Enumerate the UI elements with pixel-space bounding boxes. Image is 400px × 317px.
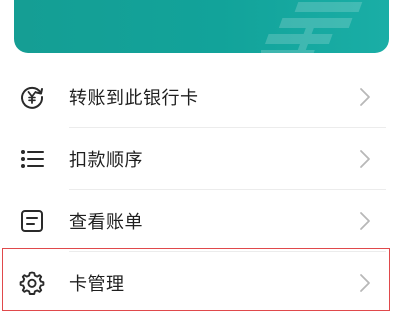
bank-card-banner[interactable] (14, 0, 389, 53)
menu-item-view-bill[interactable]: 查看账单 (0, 190, 400, 252)
menu-item-transfer-to-card[interactable]: 转账到此银行卡 (0, 66, 400, 128)
bank-logo-watermark-icon (261, 2, 363, 53)
menu-item-deduction-order[interactable]: 扣款顺序 (0, 128, 400, 190)
menu-item-label: 查看账单 (69, 212, 143, 233)
bank-card-detail-page: 转账到此银行卡 扣款顺序 查看账单 卡管理 (0, 0, 400, 317)
bill-document-icon (19, 208, 45, 234)
card-options-menu: 转账到此银行卡 扣款顺序 查看账单 卡管理 (0, 66, 400, 314)
gear-icon (19, 270, 45, 296)
ordered-list-icon (19, 146, 45, 172)
menu-item-label: 扣款顺序 (69, 150, 143, 171)
menu-item-label: 卡管理 (69, 274, 125, 295)
chevron-right-icon (360, 212, 370, 230)
chevron-right-icon (360, 274, 370, 292)
menu-item-label: 转账到此银行卡 (69, 88, 199, 109)
menu-item-card-management[interactable]: 卡管理 (0, 252, 400, 314)
chevron-right-icon (360, 88, 370, 106)
yuan-circular-arrow-icon (19, 84, 45, 110)
chevron-right-icon (360, 150, 370, 168)
